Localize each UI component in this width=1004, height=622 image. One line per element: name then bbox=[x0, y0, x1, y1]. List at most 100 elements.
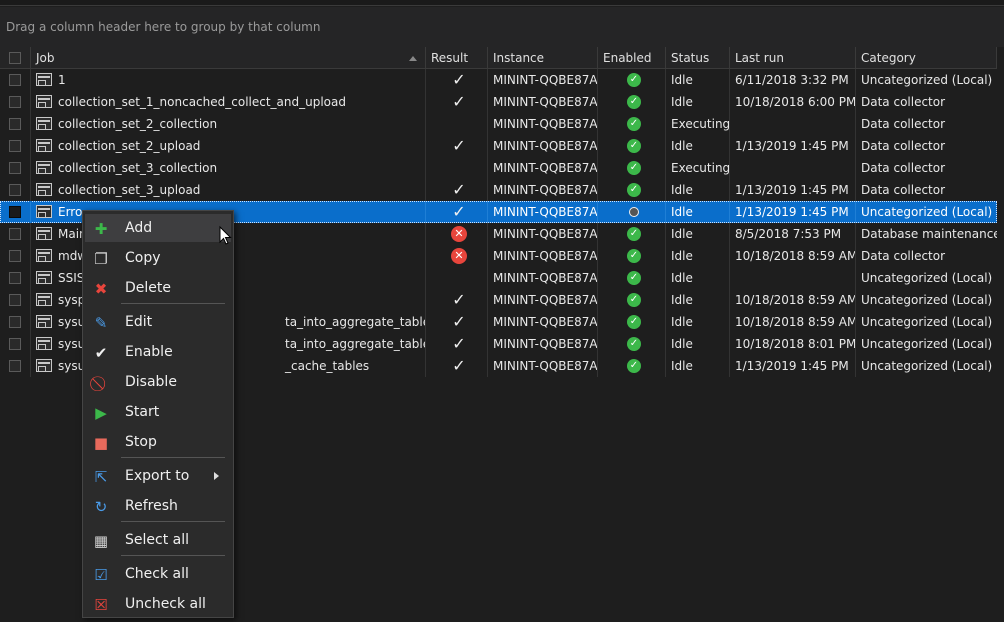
category-cell: Data collector bbox=[861, 139, 946, 153]
menu-item-enable[interactable]: ✔ Enable bbox=[85, 338, 231, 366]
enabled-cell bbox=[598, 201, 666, 223]
table-row[interactable]: 1 ✓ MININT-QQBE87A ✓ Idle 6/11/2018 3:32 PM Un… bbox=[0, 69, 997, 91]
menu-item-select-all[interactable]: ▦ Select all bbox=[85, 526, 231, 554]
row-checkbox-cell[interactable] bbox=[0, 267, 31, 289]
column-header-last-run[interactable]: Last run bbox=[730, 47, 856, 69]
menu-item-delete[interactable]: ✖ Delete bbox=[85, 274, 231, 302]
row-checkbox[interactable] bbox=[9, 140, 21, 152]
result-cell: ✕ bbox=[426, 245, 488, 267]
row-checkbox-cell[interactable] bbox=[0, 289, 31, 311]
category-cell: Uncategorized (Local) bbox=[861, 315, 993, 329]
row-checkbox-cell[interactable] bbox=[0, 69, 31, 91]
enabled-cell: ✓ bbox=[598, 311, 666, 333]
menu-item-add[interactable]: ✚ Add bbox=[85, 214, 231, 242]
row-checkbox-cell[interactable] bbox=[0, 223, 31, 245]
row-checkbox-cell[interactable] bbox=[0, 157, 31, 179]
instance-cell: MININT-QQBE87A bbox=[488, 91, 598, 113]
row-checkbox[interactable] bbox=[9, 338, 21, 350]
row-checkbox-cell[interactable] bbox=[0, 91, 31, 113]
select-all-icon: ▦ bbox=[93, 532, 109, 550]
enabled-check-icon: ✓ bbox=[627, 271, 641, 285]
job-icon bbox=[36, 95, 52, 108]
enabled-cell: ✓ bbox=[598, 223, 666, 245]
row-checkbox[interactable] bbox=[9, 96, 21, 108]
play-icon: ▶ bbox=[95, 404, 107, 422]
table-row[interactable]: collection_set_1_noncached_collect_and_u… bbox=[0, 91, 997, 113]
row-checkbox[interactable] bbox=[9, 118, 21, 130]
category-cell: Uncategorized (Local) bbox=[861, 73, 993, 87]
plus-icon: ✚ bbox=[94, 220, 108, 238]
row-checkbox[interactable] bbox=[9, 74, 21, 86]
submenu-arrow-icon bbox=[214, 472, 219, 480]
table-row[interactable]: collection_set_3_collection MININT-QQBE87… bbox=[0, 157, 997, 179]
enabled-check-icon: ✓ bbox=[627, 249, 641, 263]
menu-item-refresh[interactable]: ↻ Refresh bbox=[85, 492, 231, 520]
menu-item-copy[interactable]: ❐ Copy bbox=[85, 244, 231, 272]
column-header-job[interactable]: Job bbox=[31, 47, 426, 69]
row-checkbox[interactable] bbox=[9, 272, 21, 284]
job-cell: collection_set_1_noncached_collect_and_u… bbox=[31, 91, 426, 113]
menu-item-start[interactable]: ▶ Start bbox=[85, 398, 231, 426]
job-icon bbox=[36, 117, 52, 130]
last-run-cell: 1/13/2019 1:45 PM bbox=[730, 179, 856, 201]
last-run-cell: 10/18/2018 8:59 AM bbox=[730, 245, 856, 267]
row-checkbox-cell[interactable] bbox=[0, 333, 31, 355]
status-cell: Idle bbox=[666, 333, 730, 355]
column-header-instance[interactable]: Instance bbox=[488, 47, 598, 69]
instance-cell: MININT-QQBE87A bbox=[488, 69, 598, 91]
table-row[interactable]: collection_set_2_upload ✓ MININT-QQBE87A ✓ I… bbox=[0, 135, 997, 157]
row-checkbox[interactable] bbox=[9, 206, 21, 218]
column-header-category[interactable]: Category bbox=[856, 47, 997, 69]
category-cell: Data collector bbox=[861, 117, 946, 131]
row-checkbox[interactable] bbox=[9, 360, 21, 372]
row-checkbox-cell[interactable] bbox=[0, 113, 31, 135]
instance-cell: MININT-QQBE87A bbox=[488, 179, 598, 201]
last-run-cell: 1/13/2019 1:45 PM bbox=[730, 135, 856, 157]
instance-cell: MININT-QQBE87A bbox=[488, 289, 598, 311]
row-checkbox[interactable] bbox=[9, 316, 21, 328]
column-header-enabled[interactable]: Enabled bbox=[598, 47, 666, 69]
menu-item-check-all[interactable]: ☑ Check all bbox=[85, 560, 231, 588]
instance-cell: MININT-QQBE87A bbox=[488, 113, 598, 135]
top-border bbox=[0, 0, 1004, 6]
menu-item-disable[interactable]: ⃠ Disable bbox=[85, 368, 231, 396]
row-checkbox-cell[interactable] bbox=[0, 135, 31, 157]
column-header-result[interactable]: Result bbox=[426, 47, 488, 69]
menu-separator bbox=[121, 303, 225, 304]
row-checkbox-cell[interactable] bbox=[0, 355, 31, 377]
success-check-icon: ✓ bbox=[452, 92, 466, 111]
category-cell: Uncategorized (Local) bbox=[861, 337, 993, 351]
row-checkbox[interactable] bbox=[9, 162, 21, 174]
check-all-icon: ☑ bbox=[94, 566, 108, 584]
column-header-status[interactable]: Status bbox=[666, 47, 730, 69]
result-cell: ✓ bbox=[426, 333, 488, 355]
menu-item-label: Refresh bbox=[125, 498, 178, 514]
table-row[interactable]: collection_set_2_collection MININT-QQBE87… bbox=[0, 113, 997, 135]
row-checkbox[interactable] bbox=[9, 228, 21, 240]
row-checkbox-cell[interactable] bbox=[0, 245, 31, 267]
row-checkbox[interactable] bbox=[9, 184, 21, 196]
success-check-icon: ✓ bbox=[452, 312, 466, 331]
menu-item-stop[interactable]: ■ Stop bbox=[85, 428, 231, 456]
table-row[interactable]: collection_set_3_upload ✓ MININT-QQBE87A ✓ I… bbox=[0, 179, 997, 201]
row-checkbox[interactable] bbox=[9, 294, 21, 306]
group-by-panel[interactable]: Drag a column header here to group by th… bbox=[0, 7, 1004, 47]
job-icon bbox=[36, 293, 52, 306]
header-select-all-checkbox[interactable] bbox=[0, 47, 31, 69]
instance-cell: MININT-QQBE87A bbox=[488, 267, 598, 289]
status-cell: Idle bbox=[666, 179, 730, 201]
enabled-check-icon: ✓ bbox=[627, 161, 641, 175]
status-cell: Executing bbox=[666, 113, 730, 135]
row-checkbox-cell[interactable] bbox=[0, 201, 31, 223]
instance-cell: MININT-QQBE87A bbox=[488, 223, 598, 245]
row-checkbox[interactable] bbox=[9, 250, 21, 262]
last-run-cell: 6/11/2018 3:32 PM bbox=[730, 69, 856, 91]
row-checkbox-cell[interactable] bbox=[0, 311, 31, 333]
row-checkbox-cell[interactable] bbox=[0, 179, 31, 201]
job-name: SSIS bbox=[58, 271, 85, 285]
check-icon: ✔ bbox=[94, 344, 108, 362]
menu-item-edit[interactable]: ✎ Edit bbox=[85, 308, 231, 336]
menu-item-uncheck-all[interactable]: ☒ Uncheck all bbox=[85, 590, 231, 618]
menu-item-label: Uncheck all bbox=[125, 596, 206, 612]
menu-item-export-to[interactable]: ⇱ Export to bbox=[85, 462, 231, 490]
